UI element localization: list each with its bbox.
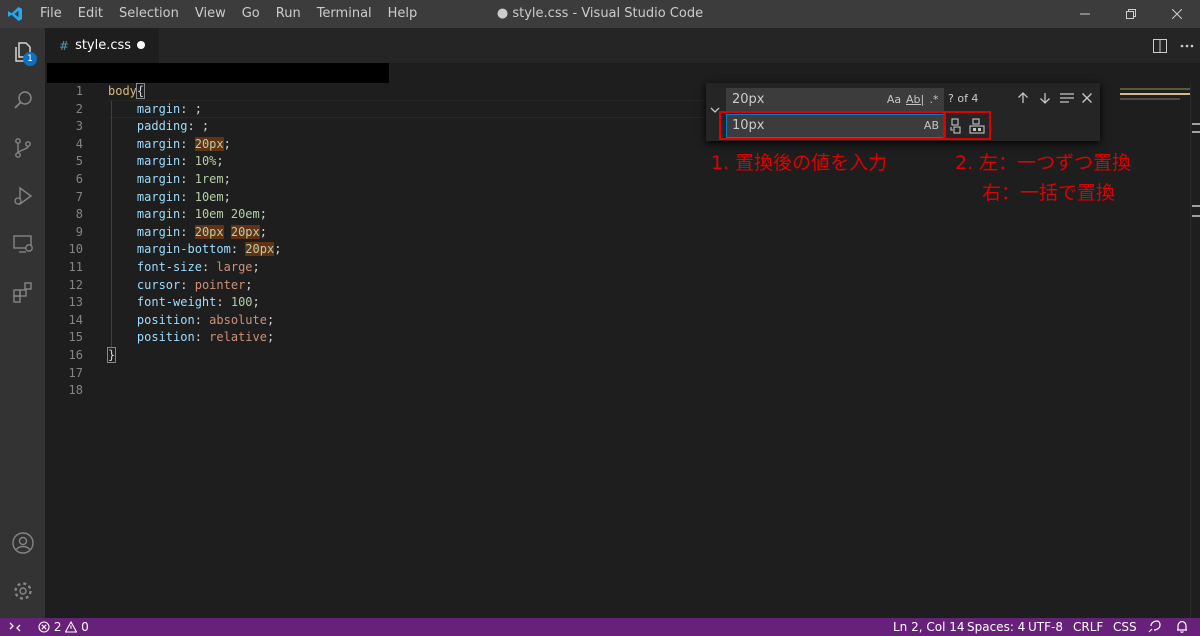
annotation-box-replace-buttons <box>944 111 991 140</box>
menu-help[interactable]: Help <box>380 0 426 28</box>
error-icon <box>38 621 50 633</box>
code-line: 16} <box>68 347 117 363</box>
warning-count: 0 <box>81 620 89 634</box>
tab-label: style.css <box>75 38 132 53</box>
problems-button[interactable]: 2 0 <box>38 618 89 636</box>
indentation[interactable]: Spaces: 4 <box>967 618 1025 636</box>
explorer-button[interactable]: 1 <box>0 28 45 76</box>
split-editor-icon <box>1152 38 1167 53</box>
code-line: 17 <box>68 365 83 380</box>
find-input[interactable]: 20px Aa Ab| .* <box>726 88 944 112</box>
close-find-button[interactable] <box>1077 88 1097 108</box>
annotation-box-replace-input <box>719 111 945 140</box>
minimap-line <box>1120 93 1190 95</box>
find-input-value: 20px <box>732 92 765 107</box>
notifications-button[interactable] <box>1176 620 1188 636</box>
editor-actions <box>1146 28 1200 63</box>
find-in-selection-button[interactable] <box>1057 88 1077 108</box>
manage-button[interactable] <box>0 567 45 615</box>
more-icon <box>1180 44 1193 47</box>
breadcrumb <box>45 63 1200 83</box>
feedback-icon <box>1148 620 1161 633</box>
menu-file[interactable]: File <box>32 0 70 28</box>
activity-bar: 1 <box>0 28 45 618</box>
code-line: 11 font-size: large; <box>68 260 260 274</box>
vscode-logo-icon <box>0 0 30 28</box>
vertical-scrollbar[interactable] <box>1190 83 1200 618</box>
error-count: 2 <box>53 620 62 634</box>
remote-explorer-button[interactable] <box>0 220 45 268</box>
remote-icon <box>9 622 21 632</box>
code-line: 14 position: absolute; <box>68 312 275 327</box>
arrow-down-icon <box>1040 93 1050 104</box>
close-icon <box>1082 93 1092 103</box>
split-editor-button[interactable] <box>1146 28 1173 63</box>
status-bar: 2 0 Ln 2, Col 14 Spaces: 4 UTF-8 CRLF CS… <box>0 618 1200 636</box>
match-count: ? of 4 <box>948 92 979 105</box>
css-file-icon: # <box>59 38 70 53</box>
bell-icon <box>1177 620 1187 633</box>
menu-go[interactable]: Go <box>234 0 268 28</box>
menu-selection[interactable]: Selection <box>111 0 187 28</box>
scrollbar-marker <box>1192 205 1200 207</box>
accounts-button[interactable] <box>0 519 45 567</box>
run-debug-icon <box>13 186 32 206</box>
search-view-button[interactable] <box>0 76 45 124</box>
minimize-button[interactable] <box>1062 0 1108 28</box>
remote-explorer-icon <box>12 235 33 253</box>
annotation-step1: 1. 置換後の値を入力 <box>711 152 888 174</box>
end-of-line[interactable]: CRLF <box>1073 618 1103 636</box>
minimap-line <box>1120 98 1180 100</box>
use-regex-button[interactable]: .* <box>926 92 942 108</box>
feedback-button[interactable] <box>1148 620 1161 636</box>
cursor-position[interactable]: Ln 2, Col 14 <box>893 618 965 636</box>
tab-style-css[interactable]: # style.css <box>45 28 159 63</box>
run-debug-button[interactable] <box>0 172 45 220</box>
menu-edit[interactable]: Edit <box>70 0 111 28</box>
language-mode[interactable]: CSS <box>1113 618 1137 636</box>
source-control-icon <box>14 138 31 158</box>
source-control-button[interactable] <box>0 124 45 172</box>
search-icon <box>13 91 32 109</box>
code-line: 10 margin-bottom: 20px; <box>68 242 282 257</box>
more-actions-button[interactable] <box>1173 28 1200 63</box>
menu-run[interactable]: Run <box>268 0 309 28</box>
title-bar: ● style.css - Visual Studio Code File Ed… <box>0 0 1200 28</box>
menu-terminal[interactable]: Terminal <box>309 0 380 28</box>
annotation-step2-line2: 右：一括で置換 <box>982 182 1116 204</box>
remote-indicator-button[interactable] <box>0 618 30 636</box>
scrollbar-marker <box>1192 215 1200 217</box>
selection-icon <box>1060 93 1074 103</box>
code-line: 12 cursor: pointer; <box>68 277 253 292</box>
minimap-line <box>1120 88 1190 90</box>
account-icon <box>11 532 34 554</box>
next-match-button[interactable] <box>1035 88 1055 108</box>
unsaved-dot-icon[interactable] <box>137 41 145 49</box>
previous-match-button[interactable] <box>1013 88 1033 108</box>
window-controls <box>1062 0 1200 28</box>
scrollbar-marker <box>1192 123 1200 125</box>
menu-view[interactable]: View <box>187 0 234 28</box>
warning-icon <box>64 620 78 633</box>
annotation-step2-line1: 2. 左：一つずつ置換 <box>955 152 1132 174</box>
redacted-breadcrumb <box>47 63 389 83</box>
extensions-icon <box>12 282 32 303</box>
code-line: 13 font-weight: 100; <box>68 295 260 310</box>
match-whole-word-button[interactable]: Ab| <box>906 92 924 108</box>
code-line: 9 margin: 20px 20px; <box>75 224 267 239</box>
restore-button[interactable] <box>1108 0 1154 28</box>
code-line: 18 <box>68 383 83 398</box>
notification-badge: 1 <box>23 52 37 66</box>
close-window-button[interactable] <box>1154 0 1200 28</box>
encoding[interactable]: UTF-8 <box>1028 618 1063 636</box>
scrollbar-marker <box>1192 131 1200 133</box>
code-line: 8 margin: 10em 20em; <box>75 207 267 222</box>
tabs-bar: # style.css <box>45 28 1200 63</box>
arrow-up-icon <box>1018 92 1028 103</box>
gear-icon <box>13 582 32 600</box>
match-case-button[interactable]: Aa <box>886 92 902 108</box>
extensions-button[interactable] <box>0 268 45 316</box>
menu-bar: File Edit Selection View Go Run Terminal… <box>32 0 425 28</box>
code-line: 15 position: relative; <box>68 330 275 345</box>
